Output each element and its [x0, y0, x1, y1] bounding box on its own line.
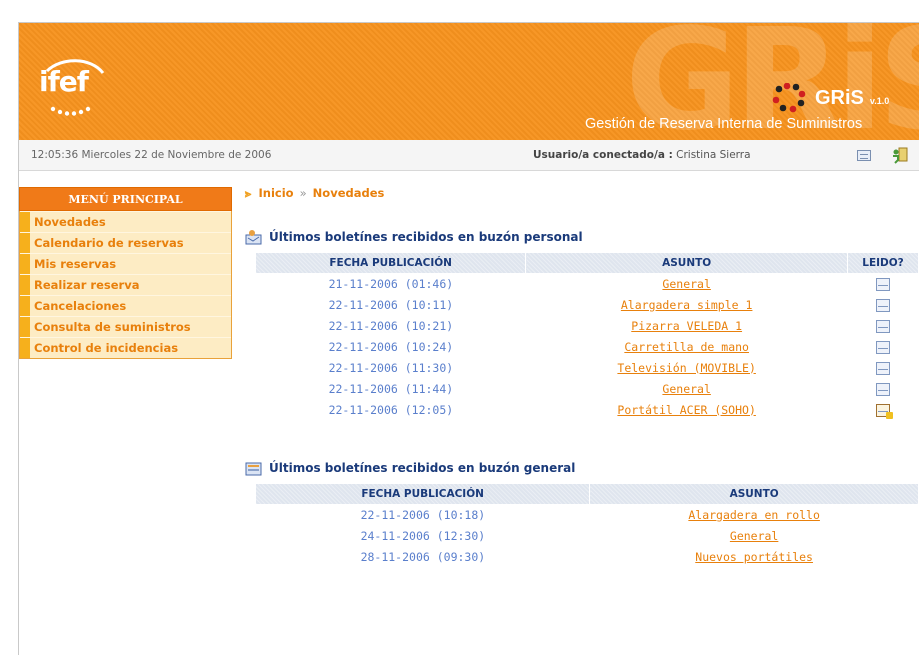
- breadcrumb: ⪢ Inicio » Novedades: [245, 186, 384, 201]
- menu-item-control-incidencias[interactable]: Control de incidencias: [20, 337, 231, 358]
- gris-brand: GRiS v.1.0: [771, 83, 889, 113]
- row-subject: General: [526, 273, 848, 294]
- subject-link[interactable]: General: [730, 529, 778, 543]
- menu-list: Novedades Calendario de reservas Mis res…: [19, 211, 232, 359]
- personal-section-title: Últimos boletínes recibidos en buzón per…: [245, 229, 583, 245]
- user-info: Usuario/a conectado/a : Cristina Sierra: [533, 149, 751, 161]
- app-subtitle: Gestión de Reserva Interna de Suministro…: [585, 116, 863, 132]
- ifef-logo[interactable]: ifef: [33, 55, 113, 119]
- subject-link[interactable]: General: [662, 382, 710, 396]
- row-date: 22-11-2006 (10:18): [360, 507, 486, 522]
- col-header-subject: ASUNTO: [525, 253, 849, 273]
- gris-dots-icon: [772, 83, 806, 113]
- row-date: 21-11-2006 (01:46): [328, 276, 454, 291]
- row-subject: General: [590, 525, 919, 546]
- read-envelope-icon[interactable]: [876, 382, 890, 396]
- row-read-status: [848, 399, 919, 420]
- table-row: 22-11-2006 (10:11) Alargadera simple 1: [256, 294, 919, 315]
- row-read-status: [848, 336, 919, 357]
- breadcrumb-arrow-icon: ⪢: [245, 186, 252, 200]
- row-date: 22-11-2006 (11:30): [328, 360, 454, 375]
- subject-link[interactable]: Carretilla de mano: [624, 340, 749, 354]
- breadcrumb-home-link[interactable]: Inicio: [259, 186, 294, 200]
- row-subject: Nuevos portátiles: [590, 546, 919, 567]
- row-subject: Alargadera simple 1: [526, 294, 848, 315]
- table-row: 22-11-2006 (10:21) Pizarra VELEDA 1: [256, 315, 919, 336]
- row-date: 28-11-2006 (09:30): [360, 549, 486, 564]
- info-bar: 12:05:36 Miercoles 22 de Noviembre de 20…: [19, 140, 919, 171]
- breadcrumb-current: Novedades: [312, 186, 385, 200]
- row-subject: Portátil ACER (SOHO): [526, 399, 848, 420]
- row-read-status: [848, 315, 919, 336]
- subject-link[interactable]: Portátil ACER (SOHO): [617, 403, 755, 417]
- table-row: 22-11-2006 (10:18) Alargadera en rollo: [256, 504, 919, 525]
- user-name: Cristina Sierra: [676, 149, 751, 161]
- app-name: GRiS: [815, 86, 864, 109]
- menu-item-consulta-suministros[interactable]: Consulta de suministros: [20, 316, 231, 337]
- subject-link[interactable]: Nuevos portátiles: [695, 550, 813, 564]
- subject-link[interactable]: Alargadera simple 1: [621, 298, 753, 312]
- datetime: 12:05:36 Miercoles 22 de Noviembre de 20…: [31, 149, 272, 161]
- row-date: 22-11-2006 (11:44): [328, 381, 454, 396]
- row-date: 22-11-2006 (10:21): [328, 318, 454, 333]
- row-read-status: [848, 273, 919, 294]
- read-envelope-icon[interactable]: [876, 340, 890, 354]
- table-row: 22-11-2006 (11:44) General: [256, 378, 919, 399]
- general-bulletins-table: FECHA PUBLICACIÓN ASUNTO 22-11-2006 (10:…: [256, 484, 919, 567]
- col-header-read: LEIDO?: [847, 253, 919, 273]
- row-read-status: [848, 357, 919, 378]
- row-subject: Alargadera en rollo: [590, 504, 919, 525]
- table-row: 24-11-2006 (12:30) General: [256, 525, 919, 546]
- read-envelope-icon[interactable]: [876, 277, 890, 291]
- row-subject: General: [526, 378, 848, 399]
- subject-link[interactable]: Alargadera en rollo: [688, 508, 820, 522]
- row-subject: Carretilla de mano: [526, 336, 848, 357]
- header-banner: GRiS ifef GRiS v.1.0 Gestión de Reserva …: [19, 23, 919, 140]
- subject-link[interactable]: General: [662, 277, 710, 291]
- table-row: 21-11-2006 (01:46) General: [256, 273, 919, 294]
- read-envelope-icon[interactable]: [876, 319, 890, 333]
- col-header-date: FECHA PUBLICACIÓN: [256, 484, 591, 504]
- col-header-subject: ASUNTO: [589, 484, 919, 504]
- general-section-title: Últimos boletínes recibidos en buzón gen…: [245, 460, 575, 476]
- general-mailbox-icon: [245, 462, 262, 476]
- app-version: v.1.0: [869, 96, 890, 106]
- row-read-status: [848, 294, 919, 315]
- subject-link[interactable]: Televisión (MOVIBLE): [617, 361, 755, 375]
- row-subject: Televisión (MOVIBLE): [526, 357, 848, 378]
- table-row: 22-11-2006 (10:24) Carretilla de mano: [256, 336, 919, 357]
- table-row: 22-11-2006 (12:05) Portátil ACER (SOHO): [256, 399, 919, 420]
- col-header-date: FECHA PUBLICACIÓN: [256, 253, 527, 273]
- logo-text: ifef: [39, 65, 89, 98]
- personal-title-text: Últimos boletínes recibidos en buzón per…: [269, 230, 583, 244]
- menu-item-novedades[interactable]: Novedades: [20, 211, 231, 232]
- table-row: 28-11-2006 (09:30) Nuevos portátiles: [256, 546, 919, 567]
- row-read-status: [848, 378, 919, 399]
- user-label: Usuario/a conectado/a :: [533, 149, 673, 161]
- unread-envelope-icon[interactable]: [876, 403, 893, 419]
- menu-title: MENÚ PRINCIPAL: [19, 187, 232, 211]
- main-menu: MENÚ PRINCIPAL Novedades Calendario de r…: [19, 187, 232, 359]
- read-envelope-icon[interactable]: [876, 298, 890, 312]
- row-date: 24-11-2006 (12:30): [360, 528, 486, 543]
- subject-link[interactable]: Pizarra VELEDA 1: [631, 319, 742, 333]
- menu-item-mis-reservas[interactable]: Mis reservas: [20, 253, 231, 274]
- personal-bulletins-table: FECHA PUBLICACIÓN ASUNTO LEIDO? 21-11-20…: [256, 253, 919, 420]
- breadcrumb-separator: »: [299, 186, 307, 200]
- general-title-text: Últimos boletínes recibidos en buzón gen…: [269, 461, 576, 475]
- menu-item-cancelaciones[interactable]: Cancelaciones: [20, 295, 231, 316]
- row-date: 22-11-2006 (10:11): [328, 297, 454, 312]
- menu-item-calendario[interactable]: Calendario de reservas: [20, 232, 231, 253]
- personal-mailbox-icon: [245, 230, 262, 245]
- menu-item-realizar-reserva[interactable]: Realizar reserva: [20, 274, 231, 295]
- row-date: 22-11-2006 (12:05): [328, 402, 454, 417]
- row-date: 22-11-2006 (10:24): [328, 339, 454, 354]
- read-envelope-icon[interactable]: [876, 361, 890, 375]
- row-subject: Pizarra VELEDA 1: [526, 315, 848, 336]
- table-row: 22-11-2006 (11:30) Televisión (MOVIBLE): [256, 357, 919, 378]
- logout-icon[interactable]: [891, 146, 909, 164]
- mail-icon[interactable]: [857, 150, 871, 161]
